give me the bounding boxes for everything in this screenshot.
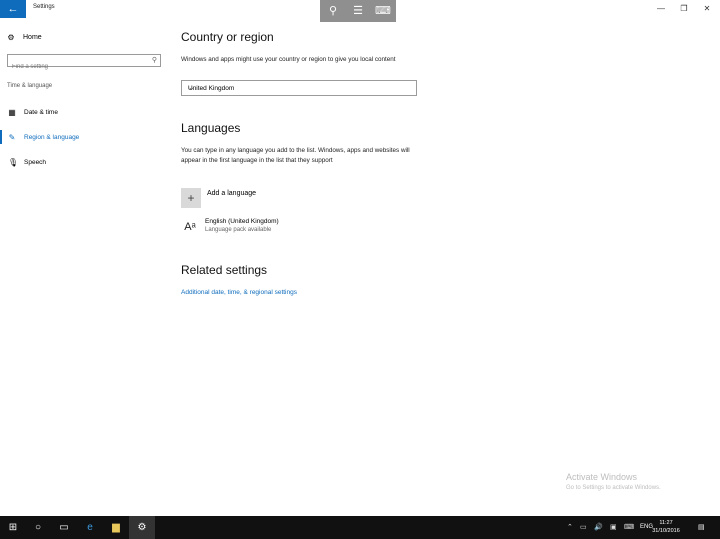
language-name: English (United Kingdom) <box>205 218 279 225</box>
region-language-icon: ✎ <box>8 132 16 142</box>
keyboard-tray-icon[interactable]: ⌨ <box>624 516 634 539</box>
task-view-icon[interactable]: ▭ <box>51 516 77 539</box>
settings-icon[interactable]: ⚙ <box>129 516 155 539</box>
country-title: Country or region <box>181 30 274 44</box>
action-center-icon[interactable]: ▤ <box>698 516 705 539</box>
clock-time: 11:27 <box>659 520 673 526</box>
file-explorer-icon[interactable]: ▆ <box>103 516 129 539</box>
minimize-button[interactable]: — <box>654 3 668 15</box>
volume-icon[interactable]: 🔊 <box>594 516 603 539</box>
back-button[interactable]: ← <box>0 0 26 18</box>
start-icon[interactable]: ⊞ <box>0 516 26 539</box>
restore-button[interactable]: ❐ <box>677 3 691 15</box>
nav-home[interactable]: ⚙ Home <box>7 30 42 44</box>
search-input[interactable] <box>8 61 147 73</box>
taskbar: ⊞ ○ ▭ e ▆ ⚙ ⌃ ▭ 🔊 ▣ ⌨ ENG 11:27 31/10/20… <box>0 516 720 539</box>
back-arrow-icon: ← <box>7 3 19 15</box>
country-select[interactable]: United Kingdom ⌄ <box>181 80 417 96</box>
keyboard-icon[interactable]: ⌨ <box>373 3 393 19</box>
window-title: Settings <box>33 4 55 10</box>
nav-home-label: Home <box>23 33 42 41</box>
plus-icon: + <box>181 188 201 208</box>
related-settings-title: Related settings <box>181 263 268 277</box>
tray-chevron-icon[interactable]: ⌃ <box>567 516 573 539</box>
view-icon[interactable]: ☰ <box>348 3 368 19</box>
clock[interactable]: 11:27 31/10/2016 <box>650 519 682 535</box>
activation-watermark: Activate Windows Go to Settings to activ… <box>566 472 661 491</box>
language-pack-icon: Aᵃ <box>184 221 196 233</box>
regional-settings-link[interactable]: Additional date, time, & regional settin… <box>181 289 297 296</box>
sidebar-group-label: Time & language <box>7 83 53 89</box>
sidebar-item-date-time[interactable]: ▦ Date & time <box>0 105 58 119</box>
notification-tray-icon[interactable]: ▣ <box>610 516 617 539</box>
language-list-item[interactable]: Aᵃ English (United Kingdom) Language pac… <box>181 218 279 236</box>
search-icon[interactable]: ○ <box>25 516 51 539</box>
clock-date: 31/10/2016 <box>652 528 680 534</box>
sidebar-item-label: Date & time <box>24 108 58 116</box>
gear-icon: ⚙ <box>7 32 15 42</box>
sidebar-item-speech[interactable]: 🎙 Speech <box>0 155 46 169</box>
edge-icon[interactable]: e <box>77 516 103 539</box>
country-description: Windows and apps might use your country … <box>181 56 396 63</box>
sidebar: ⚙ Home ⚲ Time & language ▦ Date & time ✎… <box>0 18 168 515</box>
chevron-down-icon: ⌄ <box>188 83 195 92</box>
add-language-label: Add a language <box>207 190 257 197</box>
calendar-clock-icon: ▦ <box>8 107 16 117</box>
sidebar-item-label: Speech <box>24 158 47 166</box>
add-language-button[interactable]: + Add a language <box>181 188 256 208</box>
watermark-line2: Go to Settings to activate Windows. <box>566 485 661 491</box>
languages-title: Languages <box>181 121 241 135</box>
languages-description: You can type in any language you add to … <box>181 147 410 164</box>
microphone-icon: 🎙 <box>8 157 19 167</box>
close-button[interactable]: ✕ <box>700 3 714 15</box>
network-icon[interactable]: ▭ <box>580 516 587 539</box>
search-box[interactable]: ⚲ <box>7 54 161 73</box>
sidebar-item-region-language[interactable]: ✎ Region & language <box>0 130 79 144</box>
zoom-icon[interactable]: ⚲ <box>323 3 343 19</box>
watermark-line1: Activate Windows <box>566 472 638 482</box>
language-status: Language pack available <box>205 227 272 233</box>
sidebar-item-label: Region & language <box>24 133 80 141</box>
search-icon[interactable]: ⚲ <box>152 56 157 64</box>
magnifier-toolbar: ⚲ ☰ ⌨ <box>320 0 396 22</box>
